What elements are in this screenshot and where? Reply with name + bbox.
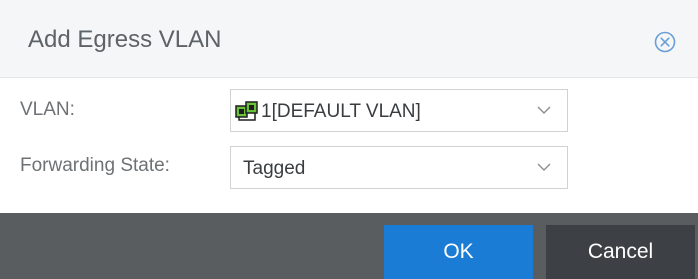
forwarding-state-label: Forwarding State: — [20, 155, 170, 176]
ok-button[interactable]: OK — [384, 225, 533, 279]
vlan-select-value: 1[DEFAULT VLAN] — [261, 101, 421, 122]
cancel-button[interactable]: Cancel — [546, 225, 695, 279]
chevron-down-icon[interactable] — [537, 163, 551, 172]
vlan-label: VLAN: — [20, 99, 75, 120]
close-icon[interactable] — [654, 31, 676, 53]
dialog-title: Add Egress VLAN — [28, 26, 222, 53]
dialog-titlebar: Add Egress VLAN — [0, 0, 698, 78]
forwarding-state-value: Tagged — [243, 158, 306, 179]
chevron-down-icon[interactable] — [537, 106, 551, 115]
forwarding-state-select[interactable]: Tagged — [230, 146, 568, 189]
dialog-footer: OK Cancel — [0, 213, 698, 279]
vlan-network-icon — [235, 101, 258, 121]
add-egress-vlan-dialog: Add Egress VLAN VLAN: 1[DEFAULT VLAN] Fo… — [0, 0, 698, 279]
vlan-select[interactable]: 1[DEFAULT VLAN] — [230, 89, 568, 132]
